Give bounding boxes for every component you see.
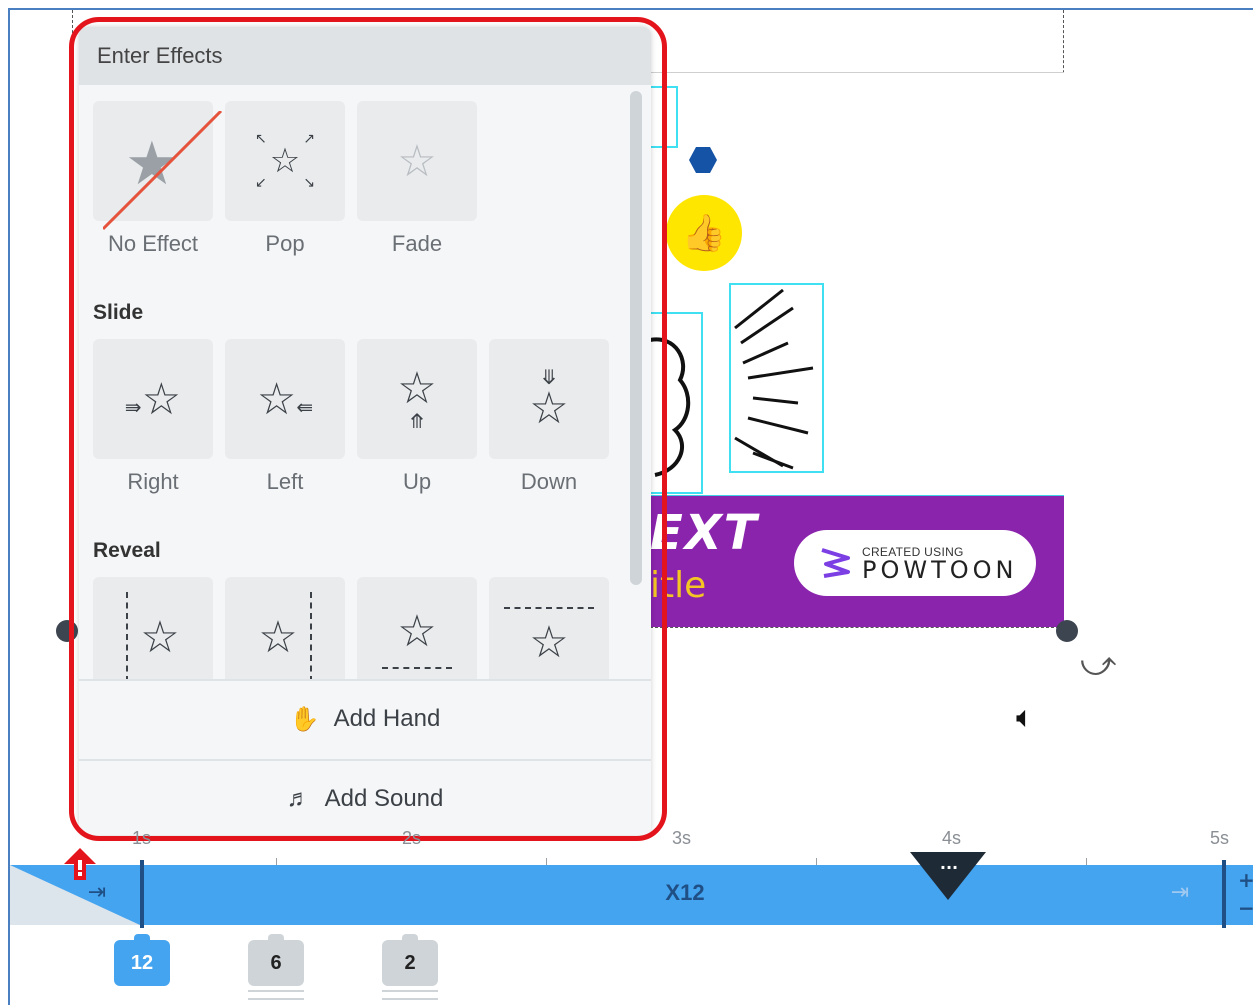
tick-label-1s: 1s	[132, 828, 152, 848]
object-badge-2[interactable]: 2	[382, 940, 438, 986]
rotate-icon[interactable]: ⤻	[1080, 644, 1116, 684]
zoom-controls[interactable]: + −	[1238, 866, 1253, 922]
highlight-outline	[69, 17, 667, 841]
enter-effect-icon[interactable]: ⇥	[82, 880, 112, 910]
badge-stack-lines	[248, 990, 304, 1000]
powtoon-logo-icon	[821, 548, 850, 578]
powtoon-watermark: CREATED USING POWTOON	[794, 530, 1036, 596]
zoom-out-icon[interactable]: −	[1238, 894, 1253, 922]
timeline-track[interactable]	[10, 865, 1253, 925]
track-label: X12	[665, 880, 705, 905]
object-badge-6[interactable]: 6	[248, 940, 304, 986]
warning-arrow-icon	[64, 848, 96, 880]
badge-stack-lines	[382, 990, 438, 1000]
tick-label-4s: 4s	[942, 828, 962, 848]
track-start-handle[interactable]	[140, 860, 144, 928]
thumbs-up-sticker[interactable]: 👍	[666, 195, 742, 271]
speaker-icon[interactable]: 🔈︎	[1016, 700, 1034, 735]
object-badge-12[interactable]: 12	[114, 940, 170, 986]
resize-handle-right[interactable]	[1056, 620, 1078, 642]
tick-label-3s: 3s	[672, 828, 692, 848]
speed-lines-sketch	[734, 288, 814, 470]
tick-label-2s: 2s	[402, 828, 422, 848]
hexagon-shape[interactable]	[688, 146, 718, 174]
exit-effect-icon[interactable]: ⇥	[1165, 880, 1195, 910]
zoom-in-icon[interactable]: +	[1238, 866, 1253, 894]
playhead-menu-icon[interactable]: ...	[930, 854, 968, 873]
tick-label-5s: 5s	[1210, 828, 1230, 848]
watermark-brand-text: POWTOON	[862, 556, 1018, 584]
track-end-handle[interactable]	[1222, 860, 1226, 928]
canvas-guide-bottom	[640, 627, 1064, 628]
